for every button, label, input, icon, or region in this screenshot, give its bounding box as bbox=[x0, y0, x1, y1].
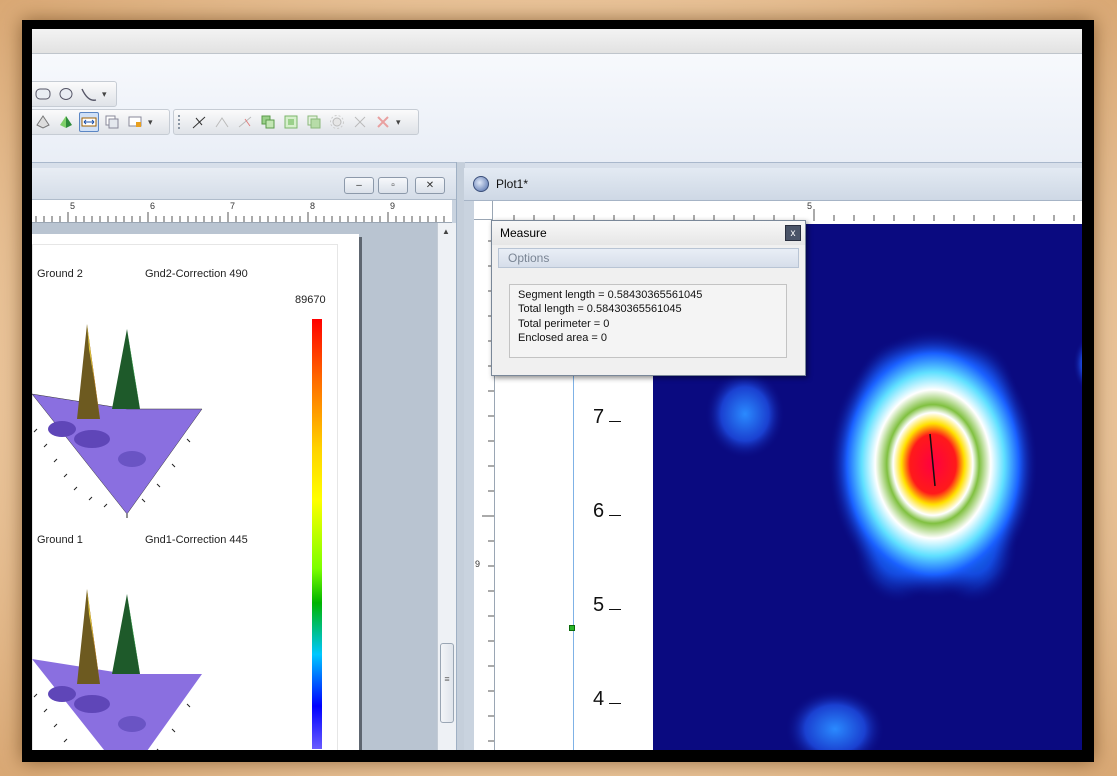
line-tools-toolbar: ▾ bbox=[173, 109, 419, 135]
app-title-bar bbox=[32, 29, 1082, 54]
sun-icon[interactable] bbox=[327, 112, 347, 132]
ruler-number: 7 bbox=[230, 201, 236, 211]
panel2-label-b: Gnd1-Correction 445 bbox=[145, 534, 248, 546]
segment-length-text: Segment length = 0.58430365561045 bbox=[518, 289, 703, 301]
stack-green-icon[interactable] bbox=[304, 112, 324, 132]
drawing-shapes-toolbar: ▾ bbox=[32, 81, 117, 107]
rounded-rect-icon[interactable] bbox=[33, 84, 53, 104]
align-green-icon[interactable] bbox=[281, 112, 301, 132]
y-tick-mark bbox=[609, 609, 621, 610]
y-tick-mark bbox=[609, 703, 621, 704]
group-green-icon[interactable] bbox=[258, 112, 278, 132]
plot-app-icon bbox=[473, 176, 489, 192]
toolbar-grip[interactable] bbox=[178, 115, 186, 129]
y-tick-label: 6 bbox=[593, 500, 605, 522]
ruler-number: 6 bbox=[150, 201, 156, 211]
ruler-number: 9 bbox=[390, 201, 396, 211]
panel1-label-b: Gnd2-Correction 490 bbox=[145, 268, 248, 280]
ruler-number: 5 bbox=[70, 201, 76, 211]
measure-icon[interactable] bbox=[79, 112, 99, 132]
ruler-corner bbox=[474, 201, 493, 220]
plot-window-edge bbox=[464, 201, 474, 750]
measure-dialog: Measure x Options Segment length = 0.584… bbox=[491, 220, 806, 376]
cross-line-icon[interactable] bbox=[235, 112, 255, 132]
measure-options-tab[interactable]: Options bbox=[498, 248, 799, 268]
toolbar-overflow-icon[interactable]: ▾ bbox=[148, 117, 156, 128]
plot-vruler-number: 9 bbox=[475, 559, 481, 569]
measure-dialog-title-bar[interactable]: Measure x bbox=[492, 221, 805, 245]
toolbar-overflow-icon[interactable]: ▾ bbox=[102, 89, 110, 100]
view-tools-toolbar: ▾ bbox=[32, 109, 170, 135]
y-tick-mark bbox=[609, 515, 621, 516]
properties-icon[interactable] bbox=[125, 112, 145, 132]
document-pane: – ▫ ✕ 5 6 7 8 9 Ground 2 Gnd2-Correction… bbox=[32, 168, 457, 750]
y-tick-label: 7 bbox=[593, 406, 605, 428]
plot-ruler-number: 5 bbox=[807, 201, 813, 211]
measure-close-button[interactable]: x bbox=[785, 225, 801, 241]
surface-plot-ground2 bbox=[32, 324, 203, 518]
y-tick-label: 4 bbox=[593, 688, 605, 710]
draw-line-icon[interactable] bbox=[189, 112, 209, 132]
restore-button[interactable]: ▫ bbox=[378, 177, 408, 194]
scrollbar-thumb[interactable]: ≡ bbox=[440, 643, 454, 723]
colorbar-max-label: 89670 bbox=[295, 294, 326, 306]
copy-layout-icon[interactable] bbox=[102, 112, 122, 132]
application-screen: ▾ ▾ ▾ – ▫ ✕ 5 6 7 8 9 Ground 2 Gnd2-Corr… bbox=[32, 29, 1082, 750]
measure-dialog-title: Measure bbox=[500, 226, 547, 240]
angle-icon[interactable] bbox=[212, 112, 232, 132]
plot-horizontal-ruler: 5 bbox=[474, 201, 1082, 222]
pyramid-color-icon[interactable] bbox=[56, 112, 76, 132]
plot-window-title: Plot1* bbox=[496, 177, 529, 191]
plot-window-title-bar: Plot1* bbox=[464, 168, 1082, 201]
y-tick-label: 5 bbox=[593, 594, 605, 616]
y-tick-mark bbox=[609, 421, 621, 422]
color-scale-bar bbox=[312, 319, 322, 749]
panel2-label-a: Ground 1 bbox=[37, 534, 83, 546]
measure-results-box: Segment length = 0.58430365561045 Total … bbox=[509, 284, 787, 358]
circle-icon[interactable] bbox=[56, 84, 76, 104]
selection-handle[interactable] bbox=[569, 625, 575, 631]
horizontal-ruler: 5 6 7 8 9 bbox=[32, 200, 452, 223]
close-icon[interactable] bbox=[373, 112, 393, 132]
document-page: Ground 2 Gnd2-Correction 490 89670 Groun… bbox=[32, 234, 359, 750]
document-vertical-scrollbar[interactable]: ▲ ≡ bbox=[437, 223, 457, 750]
ruler-ticks bbox=[35, 212, 445, 222]
total-perimeter-text: Total perimeter = 0 bbox=[518, 318, 610, 330]
ruler-number: 8 bbox=[310, 201, 316, 211]
scroll-up-icon[interactable]: ▲ bbox=[442, 227, 450, 236]
enclosed-area-text: Enclosed area = 0 bbox=[518, 332, 607, 344]
minimize-button[interactable]: – bbox=[344, 177, 374, 194]
plot-ruler-ticks bbox=[513, 209, 1075, 221]
document-canvas: Ground 2 Gnd2-Correction 490 89670 Groun… bbox=[32, 223, 437, 750]
ribbon-toolbar: ▾ ▾ ▾ bbox=[32, 54, 1082, 163]
panel1-label-a: Ground 2 bbox=[37, 268, 83, 280]
surface-plot-ground1 bbox=[32, 589, 202, 750]
toolbar-overflow-icon[interactable]: ▾ bbox=[396, 117, 404, 128]
total-length-text: Total length = 0.58430365561045 bbox=[518, 303, 682, 315]
pyramid-outline-icon[interactable] bbox=[33, 112, 53, 132]
scissors-icon[interactable] bbox=[350, 112, 370, 132]
document-pane-title-bar: – ▫ ✕ bbox=[32, 168, 456, 200]
curve-icon[interactable] bbox=[79, 84, 99, 104]
measure-options-label: Options bbox=[508, 251, 550, 265]
close-button[interactable]: ✕ bbox=[415, 177, 445, 194]
